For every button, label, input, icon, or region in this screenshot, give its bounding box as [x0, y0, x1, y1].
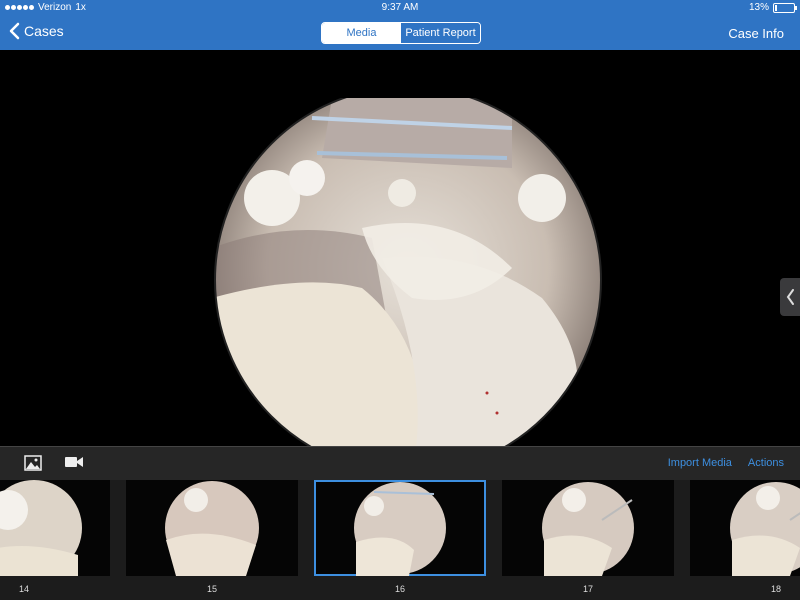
- video-filter-button[interactable]: [64, 455, 84, 474]
- import-media-button[interactable]: Import Media: [668, 457, 732, 469]
- photo-icon: [24, 455, 42, 471]
- thumbnail-label: 14: [18, 584, 29, 594]
- status-bar: Verizon 1x 9:37 AM 13%: [0, 0, 800, 16]
- thumbnail-17[interactable]: [502, 480, 674, 576]
- chevron-left-icon: [786, 289, 794, 305]
- battery-icon: [773, 2, 797, 13]
- thumbnail-16[interactable]: [314, 480, 486, 576]
- side-drawer-handle[interactable]: [780, 278, 800, 316]
- back-button[interactable]: Cases: [8, 22, 64, 40]
- thumbnail-label: 16: [394, 584, 405, 594]
- status-time: 9:37 AM: [381, 2, 419, 13]
- media-toolbar: Import Media Actions: [0, 446, 800, 480]
- thumbnail-label: 17: [582, 584, 593, 594]
- thumbnail-label: 18: [770, 584, 781, 594]
- photo-filter-button[interactable]: [24, 455, 42, 476]
- thumbnail-15[interactable]: [126, 480, 298, 576]
- thumbnail-strip[interactable]: 14 15 16 17 18: [0, 480, 800, 600]
- actions-button[interactable]: Actions: [748, 457, 784, 469]
- segment-patient-report[interactable]: Patient Report: [401, 23, 480, 43]
- video-camera-icon: [65, 457, 83, 467]
- back-label: Cases: [24, 23, 64, 39]
- battery-status: 13%: [748, 2, 797, 13]
- thumbnail-18[interactable]: [690, 480, 800, 576]
- top-bar: Verizon 1x 9:37 AM 13% Cases Media Patie…: [0, 0, 800, 50]
- segment-media[interactable]: Media: [322, 23, 401, 43]
- view-segmented-control: Media Patient Report: [321, 22, 481, 44]
- thumbnail-label: 15: [206, 584, 217, 594]
- arthroscopic-image: [214, 98, 602, 446]
- chevron-left-icon: [9, 22, 20, 40]
- case-info-button[interactable]: Case Info: [728, 26, 784, 41]
- media-viewer[interactable]: [0, 50, 800, 446]
- battery-percent: 13%: [748, 2, 769, 13]
- toolbar-actions: Import Media Actions: [668, 457, 784, 469]
- thumbnail-14[interactable]: [0, 480, 110, 576]
